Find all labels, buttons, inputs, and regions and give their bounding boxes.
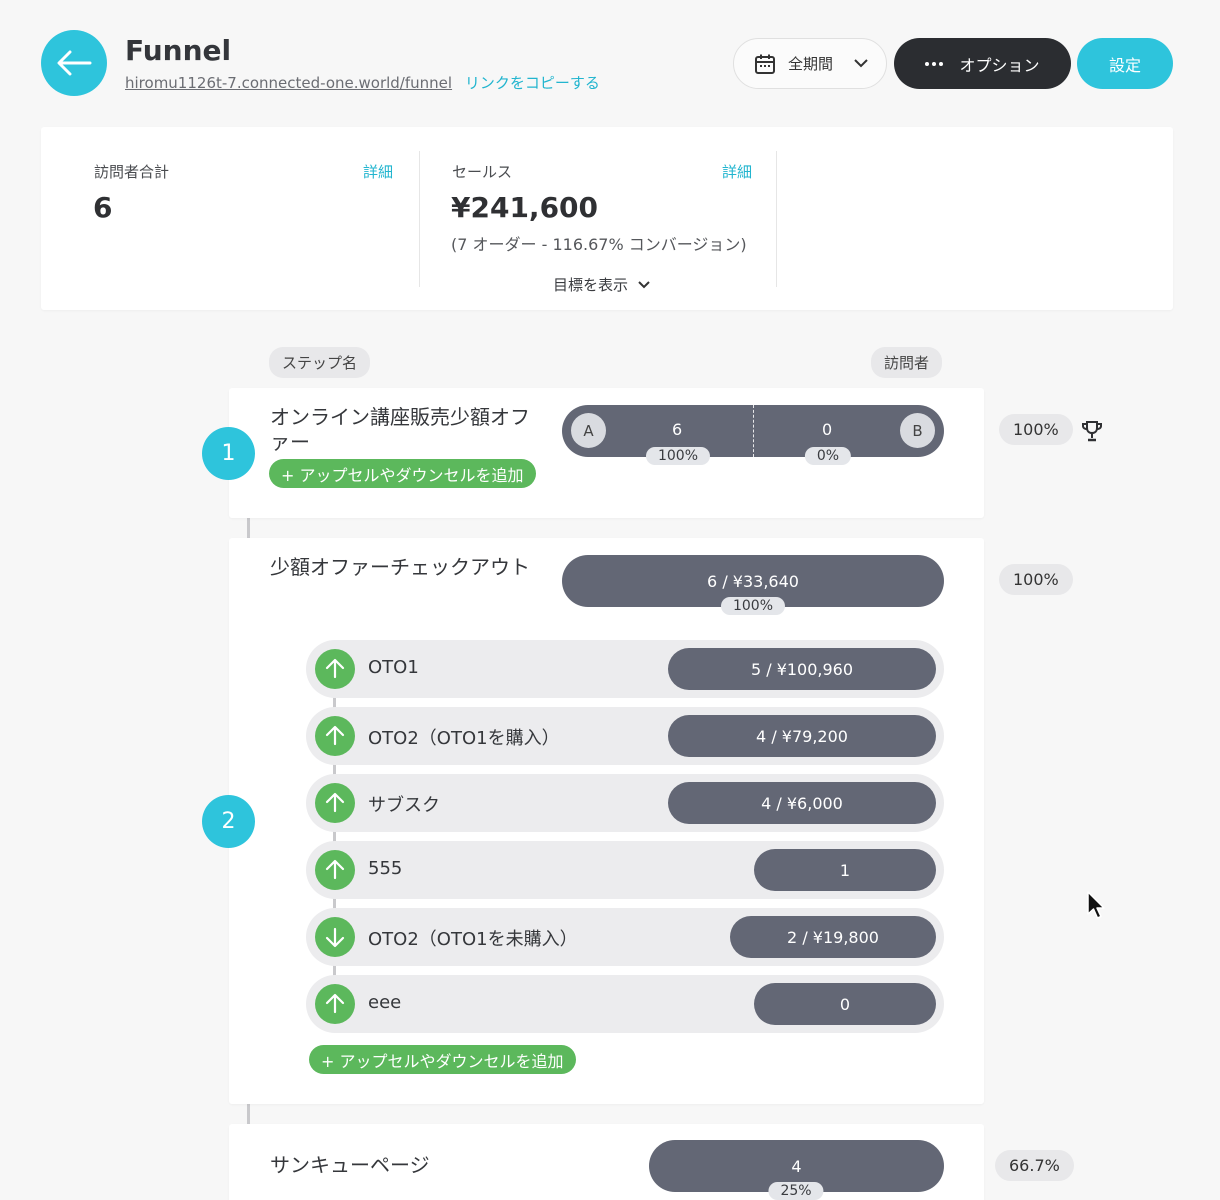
- copy-link-button[interactable]: リンクをコピーする: [465, 74, 600, 92]
- upsell-bar: 5 / ¥100,960: [668, 648, 936, 690]
- show-goals-toggle[interactable]: 目標を表示: [553, 274, 650, 295]
- more-dots-icon: [925, 61, 944, 66]
- upsell-label: eee: [368, 992, 402, 1013]
- upsell-bar: 4 / ¥6,000: [668, 782, 936, 824]
- chevron-down-icon: [638, 280, 650, 288]
- arrow-up-icon: [315, 716, 355, 756]
- step-number-badge: 2: [202, 795, 255, 848]
- upsell-bar: 1: [754, 849, 936, 891]
- funnel-url-link[interactable]: hiromu1126t-7.connected-one.world/funnel: [125, 74, 452, 92]
- variant-a-badge: A: [571, 413, 606, 448]
- chevron-down-icon: [854, 59, 868, 68]
- ab-divider: [753, 405, 754, 457]
- ab-split-bar[interactable]: A 6 0 B: [562, 405, 944, 457]
- page-title: Funnel: [125, 34, 232, 67]
- upsell-row[interactable]: OTO1 5 / ¥100,960: [306, 640, 944, 698]
- sales-detail-link[interactable]: 詳細: [722, 161, 752, 182]
- funnel-url-line: hiromu1126t-7.connected-one.world/funnel…: [125, 72, 600, 93]
- sales-label: セールス: [452, 163, 513, 181]
- step-number-badge: 1: [202, 427, 255, 480]
- upsell-row[interactable]: サブスク 4 / ¥6,000: [306, 774, 944, 832]
- upsell-row[interactable]: 555 1: [306, 841, 944, 899]
- arrow-up-icon: [315, 783, 355, 823]
- step-rate: 100%: [999, 414, 1073, 445]
- visitors-column-header: 訪問者: [871, 347, 943, 378]
- period-label: 全期間: [788, 55, 834, 73]
- sales-conversion-text: (7 オーダー - 116.67% コンバージョン): [451, 235, 747, 254]
- step-connector: [247, 518, 250, 538]
- upsell-bar: 4 / ¥79,200: [668, 715, 936, 757]
- visitors-detail-link[interactable]: 詳細: [363, 161, 393, 182]
- upsell-row[interactable]: OTO2（OTO1を未購入） 2 / ¥19,800: [306, 908, 944, 966]
- step-name[interactable]: オンライン講座販売少額オファー: [270, 405, 530, 455]
- upsell-row[interactable]: OTO2（OTO1を購入） 4 / ¥79,200: [306, 707, 944, 765]
- stats-card: 訪問者合計 詳細 6 セールス 詳細 ¥241,600 (7 オーダー - 11…: [41, 127, 1173, 310]
- options-button[interactable]: オプション: [894, 38, 1071, 89]
- step-bar-percent: 100%: [720, 597, 786, 615]
- step-rate: 66.7%: [995, 1150, 1074, 1181]
- arrow-up-icon: [315, 649, 355, 689]
- upsell-label: 555: [368, 858, 403, 879]
- visitors-total-label: 訪問者合計: [94, 163, 170, 181]
- add-upsell-button[interactable]: + アップセルやダウンセルを追加: [309, 1045, 576, 1074]
- calendar-icon: [755, 54, 775, 74]
- stats-divider: [776, 151, 777, 287]
- back-button[interactable]: [41, 30, 107, 96]
- step-connector: [247, 1104, 250, 1124]
- variant-a-percent: 100%: [645, 447, 711, 465]
- variant-b-percent: 0%: [804, 447, 852, 465]
- sales-value: ¥241,600: [451, 191, 599, 224]
- variant-b-badge: B: [900, 413, 935, 448]
- stats-divider: [419, 151, 420, 287]
- upsell-label: OTO2（OTO1を未購入）: [368, 929, 578, 950]
- arrow-down-icon: [315, 917, 355, 957]
- step-bar-percent: 25%: [768, 1182, 824, 1200]
- variant-b-value: 0: [822, 420, 833, 439]
- options-label: オプション: [959, 55, 1040, 75]
- show-goals-label: 目標を表示: [553, 276, 629, 294]
- upsell-label: OTO1: [368, 657, 419, 678]
- period-dropdown[interactable]: 全期間: [733, 38, 887, 89]
- step-name[interactable]: 少額オファーチェックアウト: [270, 555, 530, 580]
- arrow-left-icon: [57, 50, 92, 76]
- visitors-total-value: 6: [93, 191, 113, 224]
- upsell-label: サブスク: [368, 795, 440, 816]
- upsell-bar: 0: [754, 983, 936, 1025]
- trophy-icon[interactable]: [1080, 419, 1104, 443]
- add-upsell-button[interactable]: + アップセルやダウンセルを追加: [269, 459, 536, 488]
- arrow-up-icon: [315, 850, 355, 890]
- settings-button[interactable]: 設定: [1077, 38, 1173, 89]
- upsell-row[interactable]: eee 0: [306, 975, 944, 1033]
- step-name-column-header: ステップ名: [269, 347, 371, 378]
- arrow-up-icon: [315, 984, 355, 1024]
- step-name[interactable]: サンキューページ: [270, 1153, 530, 1178]
- upsell-bar: 2 / ¥19,800: [730, 916, 936, 958]
- upsell-label: OTO2（OTO1を購入）: [368, 728, 560, 749]
- step-rate: 100%: [999, 564, 1073, 595]
- mouse-cursor-icon: [1087, 891, 1105, 919]
- variant-a-value: 6: [672, 420, 683, 439]
